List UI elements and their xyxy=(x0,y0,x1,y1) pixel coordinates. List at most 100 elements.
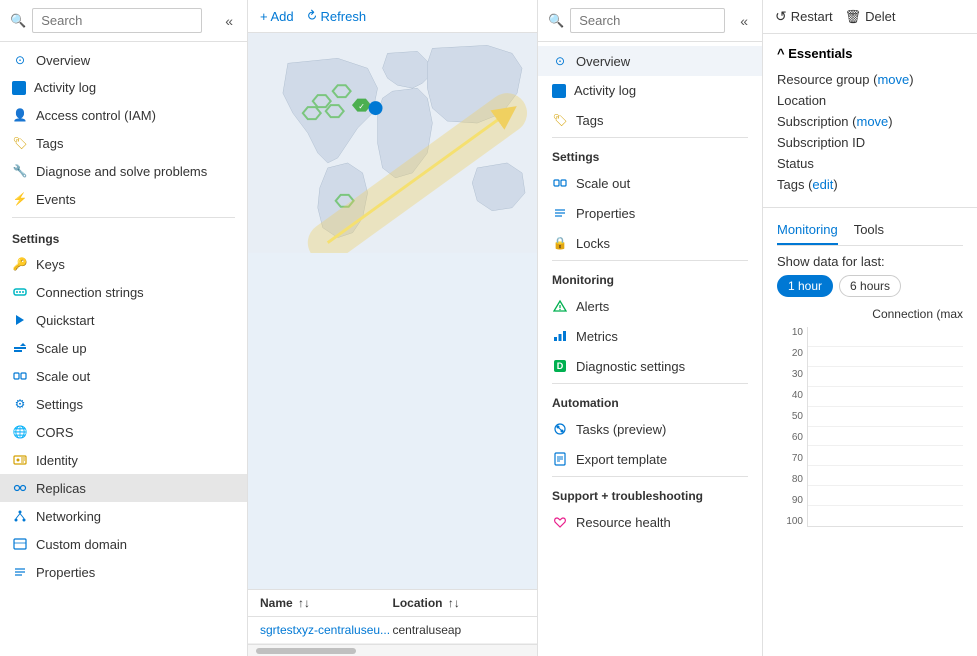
tab-tools[interactable]: Tools xyxy=(854,218,884,245)
sidebar-item-quickstart[interactable]: Quickstart xyxy=(0,306,247,334)
sidebar-item-replicas[interactable]: Replicas xyxy=(0,474,247,502)
left-nav-list: ⊙ Overview Activity log 👤 Access control… xyxy=(0,42,247,656)
quickstart-icon xyxy=(12,312,28,328)
menu-item-activity-log[interactable]: Activity log xyxy=(538,76,762,105)
gridline-70 xyxy=(808,386,963,387)
scale-out-icon xyxy=(12,368,28,384)
location-sort-icon[interactable]: ↑↓ xyxy=(448,596,460,610)
gridline-40 xyxy=(808,445,963,446)
menu-panel: 🔍 « ⊙ Overview Activity log 🏷 Tags Setti… xyxy=(538,0,763,656)
menu-activity-log-icon xyxy=(552,84,566,98)
tags-icon: 🏷 xyxy=(12,135,28,151)
left-collapse-button[interactable]: « xyxy=(221,11,237,31)
essentials-row-status: Status xyxy=(777,153,963,174)
world-map: ✓ xyxy=(248,33,537,589)
gridline-20 xyxy=(808,485,963,486)
gridline-90 xyxy=(808,346,963,347)
menu-automation-label: Automation xyxy=(538,386,762,414)
chart-area: 100 90 80 70 60 50 40 30 20 10 xyxy=(777,327,963,527)
menu-collapse-button[interactable]: « xyxy=(736,11,752,31)
menu-item-scale-out[interactable]: Scale out xyxy=(538,168,762,198)
refresh-button[interactable]: ↻ Refresh xyxy=(306,8,366,24)
sidebar-item-properties[interactable]: Properties xyxy=(0,558,247,586)
row-location: centraluseap xyxy=(393,623,526,637)
gridline-10 xyxy=(808,505,963,506)
data-range-1hour[interactable]: 1 hour xyxy=(777,275,833,297)
subscription-move-link[interactable]: move xyxy=(856,114,888,129)
menu-support-label: Support + troubleshooting xyxy=(538,479,762,507)
sidebar-item-custom-domain[interactable]: Custom domain xyxy=(0,530,247,558)
keys-icon: 🔑 xyxy=(12,256,28,272)
left-sidebar: 🔍 « ⊙ Overview Activity log 👤 Access con… xyxy=(0,0,248,656)
menu-item-tasks[interactable]: Tasks (preview) xyxy=(538,414,762,444)
menu-item-alerts[interactable]: Alerts xyxy=(538,291,762,321)
overview-icon: ⊙ xyxy=(12,52,28,68)
add-button[interactable]: + Add xyxy=(260,9,294,24)
events-icon: ⚡ xyxy=(12,191,28,207)
sidebar-item-access-control[interactable]: 👤 Access control (IAM) xyxy=(0,101,247,129)
sidebar-item-scale-up[interactable]: Scale up xyxy=(0,334,247,362)
chart-y-axis: 100 90 80 70 60 50 40 30 20 10 xyxy=(777,327,807,527)
essentials-row-subscription-id: Subscription ID xyxy=(777,132,963,153)
menu-item-properties[interactable]: Properties xyxy=(538,198,762,228)
tab-monitoring[interactable]: Monitoring xyxy=(777,218,838,245)
menu-item-tags[interactable]: 🏷 Tags xyxy=(538,105,762,135)
right-toolbar: ↺ Restart 🗑 Delet xyxy=(763,0,977,34)
chart-bars xyxy=(807,327,963,527)
menu-alerts-icon xyxy=(552,298,568,314)
restart-button[interactable]: ↺ Restart xyxy=(775,8,833,25)
sidebar-item-identity[interactable]: Identity xyxy=(0,446,247,474)
left-search-input[interactable] xyxy=(32,8,202,33)
access-control-icon: 👤 xyxy=(12,107,28,123)
menu-item-metrics[interactable]: Metrics xyxy=(538,321,762,351)
y-axis-20: 20 xyxy=(777,348,803,359)
sidebar-item-tags[interactable]: 🏷 Tags xyxy=(0,129,247,157)
svg-text:D: D xyxy=(557,361,564,371)
sidebar-item-keys[interactable]: 🔑 Keys xyxy=(0,250,247,278)
delete-button[interactable]: 🗑 Delet xyxy=(845,9,896,25)
essentials-title[interactable]: ^ Essentials xyxy=(777,46,963,61)
scrollbar-thumb[interactable] xyxy=(256,648,356,654)
menu-item-locks[interactable]: 🔒 Locks xyxy=(538,228,762,258)
essentials-row-tags: Tags (edit) xyxy=(777,174,963,195)
refresh-icon: ↻ xyxy=(302,6,321,25)
sidebar-item-events[interactable]: ⚡ Events xyxy=(0,185,247,213)
table-row[interactable]: sgrtestxyz-centraluseu... centraluseap xyxy=(248,617,537,644)
settings-section-label: Settings xyxy=(0,222,247,250)
essentials-row-subscription: Subscription (move) xyxy=(777,111,963,132)
networking-icon xyxy=(12,508,28,524)
name-sort-icon[interactable]: ↑↓ xyxy=(298,596,310,610)
essentials-row-location: Location xyxy=(777,90,963,111)
sidebar-item-diagnose[interactable]: 🔧 Diagnose and solve problems xyxy=(0,157,247,185)
restart-icon: ↺ xyxy=(775,8,787,25)
left-search-bar: 🔍 « xyxy=(0,0,247,42)
status-label: Status xyxy=(777,156,963,171)
horizontal-scrollbar[interactable] xyxy=(248,644,537,656)
tags-edit-link[interactable]: edit xyxy=(812,177,833,192)
sidebar-item-scale-out[interactable]: Scale out xyxy=(0,362,247,390)
menu-item-diagnostic-settings[interactable]: D Diagnostic settings xyxy=(538,351,762,381)
connection-strings-icon xyxy=(12,284,28,300)
menu-item-resource-health[interactable]: Resource health xyxy=(538,507,762,537)
properties-icon xyxy=(12,564,28,580)
main-map-area: + Add ↻ Refresh xyxy=(248,0,538,656)
menu-item-export-template[interactable]: Export template xyxy=(538,444,762,474)
sidebar-item-connection-strings[interactable]: Connection strings xyxy=(0,278,247,306)
menu-search-bar: 🔍 « xyxy=(538,0,762,42)
menu-search-input[interactable] xyxy=(570,8,725,33)
sidebar-item-activity-log[interactable]: Activity log xyxy=(0,74,247,101)
cors-icon: 🌐 xyxy=(12,424,28,440)
sidebar-item-overview[interactable]: ⊙ Overview xyxy=(0,46,247,74)
custom-domain-icon xyxy=(12,536,28,552)
sidebar-item-networking[interactable]: Networking xyxy=(0,502,247,530)
y-axis-80: 80 xyxy=(777,474,803,485)
diagnose-icon: 🔧 xyxy=(12,163,28,179)
y-axis-90: 90 xyxy=(777,495,803,506)
data-range-6hours[interactable]: 6 hours xyxy=(839,275,901,297)
sidebar-item-cors[interactable]: 🌐 CORS xyxy=(0,418,247,446)
resource-group-move-link[interactable]: move xyxy=(877,72,909,87)
menu-resource-health-icon xyxy=(552,514,568,530)
sidebar-item-settings[interactable]: ⚙ Settings xyxy=(0,390,247,418)
menu-item-overview[interactable]: ⊙ Overview xyxy=(538,46,762,76)
location-label: Location xyxy=(777,93,963,108)
